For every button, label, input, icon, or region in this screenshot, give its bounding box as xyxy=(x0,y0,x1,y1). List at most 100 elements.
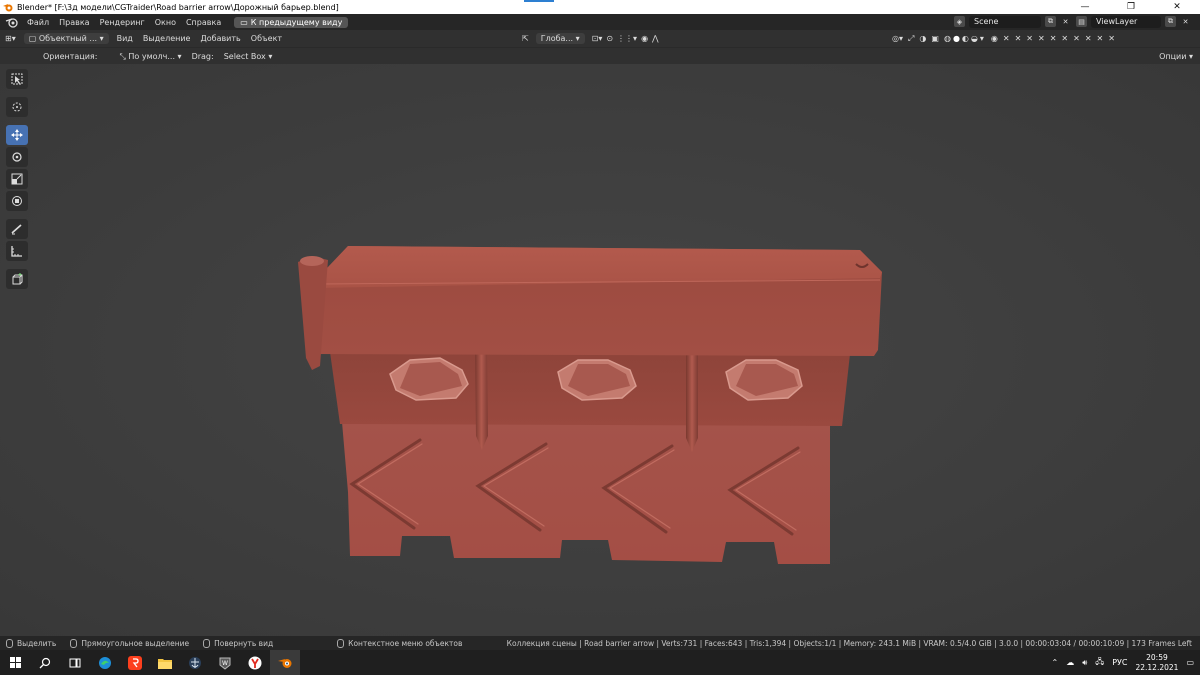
viewlayer-selector: ▤ ViewLayer ⧉ ✕ xyxy=(1076,15,1191,28)
mode-dropdown[interactable]: ▢ Объектный ... ▾ xyxy=(23,33,109,44)
wireframe-shading-icon[interactable]: ◍ xyxy=(944,34,951,43)
mouse-left-icon xyxy=(6,638,13,648)
world-of-warships-icon[interactable] xyxy=(180,650,210,675)
object-mode-icon: ▢ xyxy=(28,34,37,43)
viewlayer-icon[interactable]: ▤ xyxy=(1076,16,1087,27)
options-label: Опции xyxy=(1159,52,1187,61)
menu-render[interactable]: Рендеринг xyxy=(95,18,150,27)
x-toggle-icon[interactable]: ✕ xyxy=(1015,34,1022,43)
mouse-drag-icon xyxy=(70,638,78,648)
x-toggle-icon[interactable]: ✕ xyxy=(1050,34,1057,43)
language-indicator[interactable]: РУС xyxy=(1112,658,1127,667)
minimize-button[interactable]: — xyxy=(1062,0,1108,14)
clock-date: 22.12.2021 xyxy=(1135,662,1179,672)
snap-settings-icon[interactable]: ⋮⋮▾ xyxy=(617,34,637,43)
menu-help[interactable]: Справка xyxy=(181,18,226,27)
annotate-icon[interactable] xyxy=(6,219,28,239)
gizmo-icon[interactable]: ⤢ xyxy=(908,34,914,44)
visibility-icon[interactable]: ◎▾ xyxy=(892,34,903,43)
blender-taskbar-icon[interactable] xyxy=(270,650,300,675)
network-icon[interactable]: 🖧︎ xyxy=(1095,656,1104,670)
close-button[interactable]: ✕ xyxy=(1154,0,1200,14)
scene-icon[interactable]: ◈ xyxy=(954,16,965,27)
menu-file[interactable]: Файл xyxy=(22,18,54,27)
menu-edit[interactable]: Правка xyxy=(54,18,94,27)
status-select: Выделить xyxy=(6,638,56,648)
scene-selector: ◈ Scene ⧉ ✕ xyxy=(954,15,1071,28)
3d-viewport[interactable] xyxy=(0,64,1200,636)
yandex-icon[interactable] xyxy=(120,650,150,675)
cursor-icon[interactable] xyxy=(6,97,28,117)
yandex-browser-icon[interactable] xyxy=(240,650,270,675)
proportional-edit-icon[interactable]: ◉ xyxy=(641,34,648,43)
x-toggle-icon[interactable]: ✕ xyxy=(1026,34,1033,43)
road-barrier-model[interactable] xyxy=(290,174,900,574)
rotate-icon[interactable] xyxy=(6,147,28,167)
transform-orientation-dropdown[interactable]: Глоба... ▾ xyxy=(535,33,585,44)
clock[interactable]: 20:59 22.12.2021 xyxy=(1135,653,1178,673)
file-explorer-icon[interactable] xyxy=(150,650,180,675)
scene-name-field[interactable]: Scene xyxy=(969,15,1041,28)
move-icon[interactable] xyxy=(6,125,28,145)
status-rotate-view: Повернуть вид xyxy=(203,638,273,648)
transform-icon[interactable] xyxy=(6,191,28,211)
x-toggle-icon[interactable]: ✕ xyxy=(1061,34,1068,43)
menu-select[interactable]: Выделение xyxy=(138,34,196,43)
viewlayer-name-field[interactable]: ViewLayer xyxy=(1091,15,1161,28)
world-of-tanks-icon[interactable]: W xyxy=(210,650,240,675)
drag-value: Select Box xyxy=(223,52,266,61)
chevron-up-icon[interactable]: ⌃ xyxy=(1052,658,1059,667)
x-toggle-icon[interactable]: ✕ xyxy=(1038,34,1045,43)
scale-icon[interactable] xyxy=(6,169,28,189)
search-icon[interactable] xyxy=(30,650,60,675)
back-to-previous-button[interactable]: ▭ К предыдущему виду xyxy=(234,16,349,28)
rendered-shading-icon[interactable]: ◒ xyxy=(971,34,978,43)
select-box-icon[interactable] xyxy=(6,69,28,89)
system-tray: ⌃ ☁ 🔊︎ 🖧︎ РУС 20:59 22.12.2021 ▭ xyxy=(1052,650,1194,675)
menu-view[interactable]: Вид xyxy=(112,34,138,43)
add-cube-icon[interactable] xyxy=(6,269,28,289)
menu-object[interactable]: Объект xyxy=(246,34,287,43)
editor-type-icon[interactable]: ⊞▾ xyxy=(0,34,21,43)
window-title-bar: Blender* [F:\3д модели\CGTraider\Road ba… xyxy=(0,0,1200,14)
task-view-icon[interactable] xyxy=(60,650,90,675)
remove-viewlayer-icon[interactable]: ✕ xyxy=(1180,16,1191,27)
visibility-restrictions: ◉ ✕ ✕ ✕ ✕ ✕ ✕ ✕ ✕ ✕ ✕ xyxy=(991,34,1115,43)
tool-shelf xyxy=(6,69,30,291)
x-toggle-icon[interactable]: ✕ xyxy=(1097,34,1104,43)
orientation-value: По умолч... xyxy=(128,51,175,61)
x-toggle-icon[interactable]: ✕ xyxy=(1073,34,1080,43)
cloud-icon[interactable]: ☁ xyxy=(1066,658,1074,667)
status-bar: Выделить Прямоугольное выделение Поверну… xyxy=(0,636,1200,650)
measure-icon[interactable] xyxy=(6,241,28,261)
solid-shading-icon[interactable]: ● xyxy=(953,34,960,43)
status-context-label: Контекстное меню объектов xyxy=(348,638,463,648)
falloff-icon[interactable]: ⋀ xyxy=(652,34,659,43)
blender-menu-icon[interactable] xyxy=(4,16,22,28)
new-viewlayer-icon[interactable]: ⧉ xyxy=(1165,16,1176,27)
notifications-icon[interactable]: ▭ xyxy=(1186,658,1194,667)
shading-options-icon[interactable]: ▾ xyxy=(980,34,984,43)
pivot-icon[interactable]: ⊡▾ xyxy=(592,34,603,43)
orientation-dropdown[interactable]: ⤡ По умолч... ▾ xyxy=(114,52,186,62)
clock-time: 20:59 xyxy=(1146,652,1168,662)
speaker-icon[interactable]: 🔊︎ xyxy=(1082,658,1087,668)
snap-icon[interactable]: ⊙ xyxy=(606,34,613,43)
maximize-button[interactable]: ❐ xyxy=(1108,0,1154,14)
material-shading-icon[interactable]: ◐ xyxy=(962,34,969,43)
overlay-icon[interactable]: ◑ xyxy=(919,34,926,43)
x-toggle-icon[interactable]: ✕ xyxy=(1108,34,1115,43)
drag-dropdown[interactable]: Select Box ▾ xyxy=(219,52,278,61)
options-dropdown[interactable]: Опции ▾ xyxy=(1154,52,1198,61)
menu-add[interactable]: Добавить xyxy=(195,34,245,43)
xray-icon[interactable]: ▣ xyxy=(931,34,939,43)
remove-scene-icon[interactable]: ✕ xyxy=(1060,16,1071,27)
new-scene-icon[interactable]: ⧉ xyxy=(1045,16,1056,27)
edge-browser-icon[interactable] xyxy=(90,650,120,675)
x-toggle-icon[interactable]: ✕ xyxy=(1003,34,1010,43)
x-toggle-icon[interactable]: ✕ xyxy=(1085,34,1092,43)
eye-icon[interactable]: ◉ xyxy=(991,34,998,43)
mouse-middle-icon xyxy=(203,638,211,648)
windows-start-icon[interactable] xyxy=(0,650,30,675)
menu-window[interactable]: Окно xyxy=(150,18,181,27)
